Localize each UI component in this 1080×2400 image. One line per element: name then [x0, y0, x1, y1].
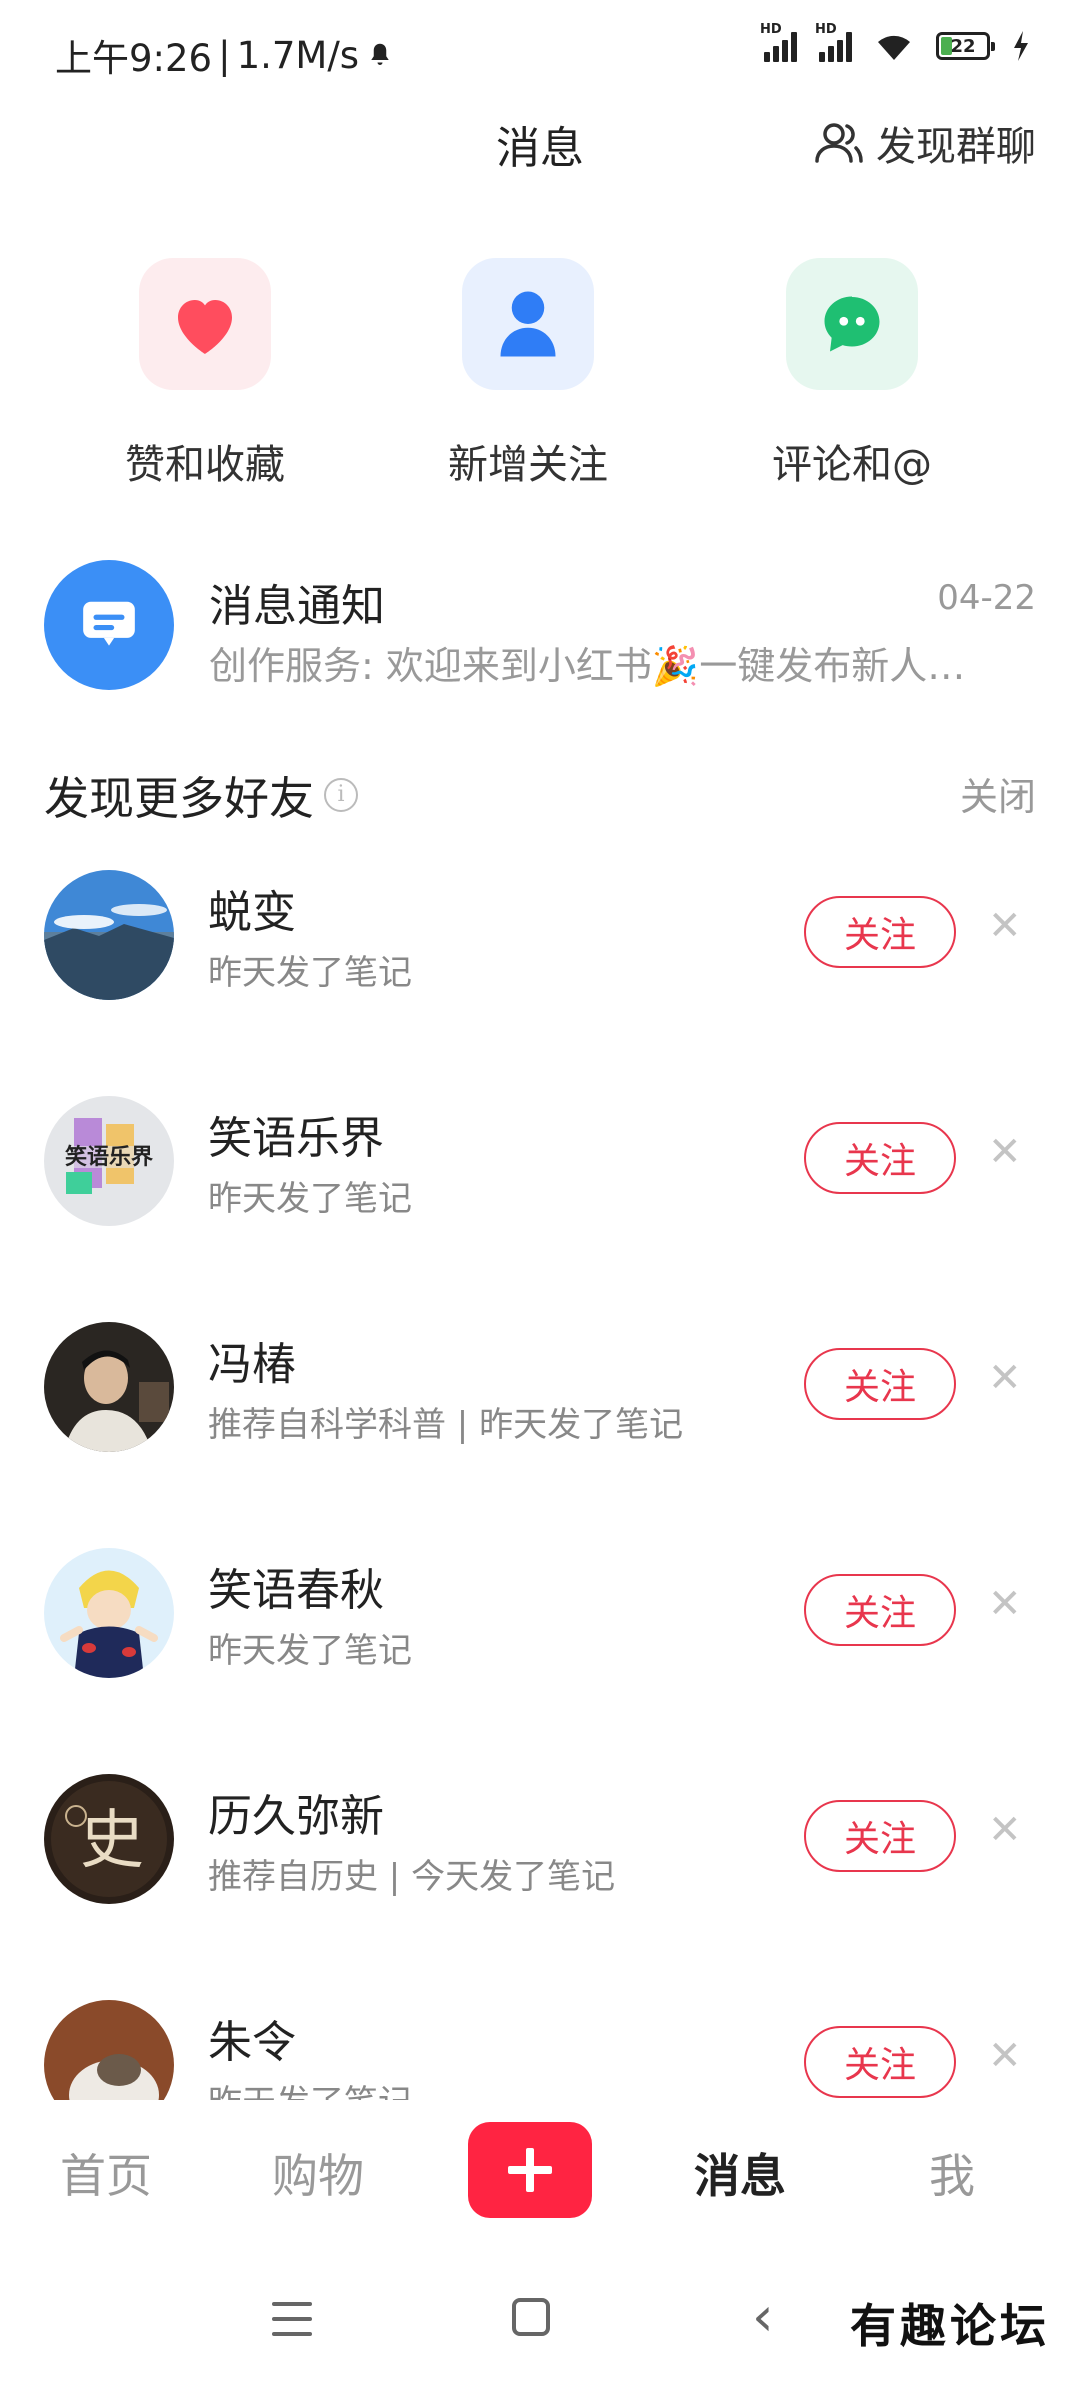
dismiss-icon[interactable]: ✕: [988, 2036, 1022, 2076]
person-icon: [500, 291, 556, 357]
friend-subtitle: 昨天发了笔记: [208, 1631, 412, 1671]
likes-label: 赞和收藏: [125, 442, 285, 488]
avatar-portrait-image: [44, 1322, 174, 1452]
dismiss-icon[interactable]: ✕: [988, 1358, 1022, 1398]
status-time: 上午9:26: [55, 37, 213, 80]
friend-row[interactable]: 笑语乐界 笑语乐界 昨天发了笔记 关注 ✕: [44, 1096, 1036, 1236]
charging-icon: [1014, 31, 1028, 61]
avatar-cat-image: [44, 2000, 174, 2100]
notification-title: 消息通知: [209, 581, 385, 632]
friend-row[interactable]: 蜕变 昨天发了笔记 关注 ✕: [44, 870, 1036, 1010]
friend-name: 朱令: [208, 2017, 296, 2068]
discover-group-label: 发现群聊: [876, 124, 1036, 170]
find-friends-title: 发现更多好友: [44, 772, 315, 825]
heart-icon: [178, 300, 232, 354]
find-friends-close-button[interactable]: 关闭: [960, 766, 1036, 821]
svg-text:笑语乐界: 笑语乐界: [65, 1144, 153, 1170]
notification-preview: 创作服务: 欢迎来到小红书🎉一键发布新人…: [209, 644, 966, 688]
followers-tile: [462, 258, 594, 390]
post-button[interactable]: [468, 2122, 592, 2218]
status-left: 上午9:26 | 1.7M/s: [55, 28, 395, 82]
friend-name: 笑语乐界: [208, 1113, 384, 1164]
chat-bubble-icon: [824, 296, 880, 352]
group-icon: [815, 123, 863, 163]
signal-icon-2: HD: [815, 22, 852, 62]
friend-subtitle: 推荐自科学科普 | 昨天发了笔记: [208, 1405, 684, 1445]
notification-date: 04-22: [937, 578, 1036, 618]
tab-messages[interactable]: 消息: [650, 2140, 830, 2206]
home-icon[interactable]: [512, 2298, 550, 2336]
friend-row[interactable]: 史 历久弥新 推荐自历史 | 今天发了笔记 关注 ✕: [44, 1774, 1036, 1914]
status-bar: 上午9:26 | 1.7M/s HD HD 22: [0, 0, 1080, 100]
avatar[interactable]: 史: [44, 1774, 174, 1904]
follow-button[interactable]: 关注: [804, 1574, 956, 1646]
friend-subtitle: 昨天发了笔记: [208, 1179, 412, 1219]
find-friends-header: 发现更多好友 i 关闭: [44, 762, 1036, 825]
find-friends-title-row: 发现更多好友 i: [44, 762, 1036, 827]
watermark: 有趣论坛: [850, 2299, 1050, 2353]
tab-me[interactable]: 我: [862, 2140, 1042, 2206]
avatar-calligraphy-image: 史: [44, 1774, 174, 1904]
avatar[interactable]: [44, 1322, 174, 1452]
comments-and-mentions-entry[interactable]: 评论和@: [722, 258, 982, 490]
likes-tile: [139, 258, 271, 390]
comments-tile: [786, 258, 918, 390]
battery-icon: 22: [936, 32, 995, 60]
message-icon: [83, 601, 135, 646]
likes-and-saves-entry[interactable]: 赞和收藏: [75, 258, 335, 490]
tab-home[interactable]: 首页: [16, 2140, 196, 2206]
avatar[interactable]: 笑语乐界: [44, 1096, 174, 1226]
menu-icon[interactable]: [272, 2302, 312, 2336]
notification-avatar: [44, 560, 174, 690]
status-speed: 1.7M/s: [236, 33, 360, 77]
status-right: HD HD 22: [760, 22, 1030, 62]
info-icon[interactable]: i: [324, 777, 359, 812]
svg-text:史: 史: [80, 1804, 144, 1878]
plus-icon: [508, 2148, 552, 2192]
battery-level: 22: [950, 35, 976, 57]
avatar-cartoon-image: [44, 1548, 174, 1678]
dismiss-icon[interactable]: ✕: [988, 1584, 1022, 1624]
avatar-logo-image: 笑语乐界: [44, 1096, 174, 1226]
message-notification-row[interactable]: 消息通知 04-22 创作服务: 欢迎来到小红书🎉一键发布新人…: [44, 560, 1036, 700]
friend-row[interactable]: 笑语春秋 昨天发了笔记 关注 ✕: [44, 1548, 1036, 1688]
friend-name: 冯椿: [208, 1339, 296, 1390]
tab-shop[interactable]: 购物: [228, 2140, 408, 2206]
friend-subtitle: 推荐自历史 | 今天发了笔记: [208, 1857, 616, 1897]
friend-name: 历久弥新: [208, 1791, 384, 1842]
bell-icon: [371, 43, 389, 65]
new-followers-entry[interactable]: 新增关注: [398, 258, 658, 490]
avatar[interactable]: [44, 2000, 174, 2100]
friend-row[interactable]: 朱令 昨天发了笔记 关注 ✕: [44, 2000, 1036, 2100]
comments-label: 评论和@: [772, 442, 932, 488]
dismiss-icon[interactable]: ✕: [988, 906, 1022, 946]
discover-group-button[interactable]: 发现群聊: [814, 114, 1036, 172]
bottom-tab-bar: 首页 购物 消息 我: [0, 2100, 1080, 2260]
follow-button[interactable]: 关注: [804, 1348, 956, 1420]
friend-row[interactable]: 冯椿 推荐自科学科普 | 昨天发了笔记 关注 ✕: [44, 1322, 1036, 1462]
avatar[interactable]: [44, 870, 174, 1000]
follow-button[interactable]: 关注: [804, 1800, 956, 1872]
friend-name: 笑语春秋: [208, 1565, 384, 1616]
follow-button[interactable]: 关注: [804, 896, 956, 968]
avatar-landscape-image: [44, 870, 174, 1000]
back-icon[interactable]: ‹: [752, 2290, 774, 2344]
friend-subtitle: 昨天发了笔记: [208, 2075, 412, 2100]
signal-icon: HD: [760, 22, 797, 62]
friend-name: 蜕变: [208, 887, 296, 938]
dismiss-icon[interactable]: ✕: [988, 1810, 1022, 1850]
friend-list: 蜕变 昨天发了笔记 关注 ✕ 笑语乐界 笑语乐界 昨天发了笔记 关注 ✕ 冯椿 …: [0, 870, 1080, 2100]
avatar[interactable]: [44, 1548, 174, 1678]
follow-button[interactable]: 关注: [804, 1122, 956, 1194]
follow-button[interactable]: 关注: [804, 2026, 956, 2098]
followers-label: 新增关注: [448, 442, 608, 488]
wifi-icon: [878, 35, 910, 60]
dismiss-icon[interactable]: ✕: [988, 1132, 1022, 1172]
header: 消息 发现群聊: [0, 100, 1080, 190]
status-divider: |: [218, 33, 231, 77]
friend-subtitle: 昨天发了笔记: [208, 953, 412, 993]
